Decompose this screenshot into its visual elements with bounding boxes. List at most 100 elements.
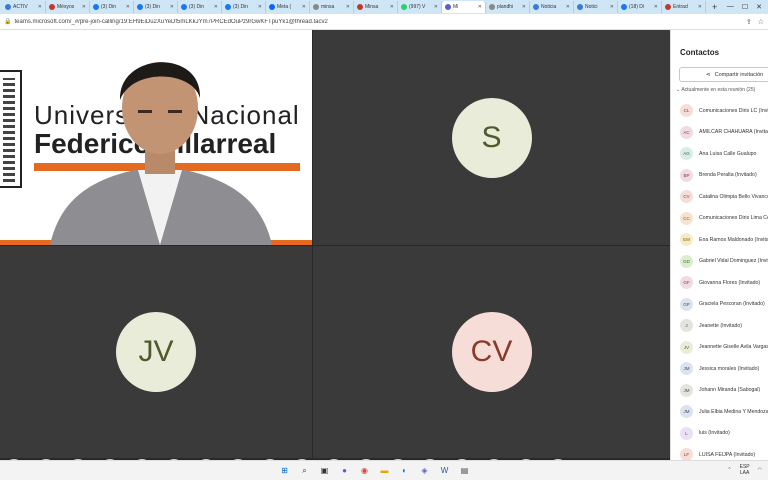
participant-row[interactable]: GP Graciela Pescoran (Invitado) — [671, 294, 768, 316]
close-tab-icon[interactable]: ✕ — [126, 4, 130, 10]
participant-avatar: S — [451, 97, 532, 178]
close-tab-icon[interactable]: ✕ — [654, 4, 658, 10]
tab-favicon-icon — [665, 4, 671, 10]
video-tile-speaker[interactable]: Universidad Nacional Federico Villarreal — [0, 30, 312, 245]
close-tab-icon[interactable]: ✕ — [522, 4, 526, 10]
share-icon: ⋖ — [706, 71, 711, 78]
search-icon[interactable]: ⌕ — [298, 464, 311, 477]
participant-name: Jeannette Giselle Avila Vargas — [699, 344, 768, 351]
close-tab-icon[interactable]: ✕ — [170, 4, 174, 10]
close-tab-icon[interactable]: ✕ — [82, 4, 86, 10]
participant-row[interactable]: CC Comunicaciones Diris Lima Centro — [671, 208, 768, 230]
tab-label: Mésyos — [57, 4, 75, 10]
close-tab-icon[interactable]: ✕ — [698, 4, 702, 10]
teams-icon[interactable]: ◈ — [418, 464, 431, 477]
close-tab-icon[interactable]: ✕ — [258, 4, 262, 10]
participant-tile-s[interactable]: S — [313, 30, 670, 245]
close-tab-icon[interactable]: ✕ — [38, 4, 42, 10]
screen: ACTIV ✕ Mésyos ✕ (3) Din ✕ (3) Din ✕ (3) Din ✕ (3)… — [0, 0, 768, 480]
chat-icon[interactable]: ● — [338, 464, 351, 477]
tab-favicon-icon — [489, 4, 495, 10]
chevron-up-icon[interactable]: ⌃ — [727, 467, 731, 473]
tab-label: ACTIV — [13, 4, 28, 10]
browser-tab[interactable]: Noticia ✕ — [530, 1, 574, 13]
bookmark-star-icon[interactable]: ☆ — [758, 18, 764, 26]
participant-row[interactable]: GD Gabriel Vidal Dominguez (Invitado) — [671, 251, 768, 273]
browser-tab[interactable]: (3) Din ✕ — [178, 1, 222, 13]
participant-name: Ana Luisa Calle Gualupo — [699, 150, 757, 157]
close-tab-icon[interactable]: ✕ — [390, 4, 394, 10]
in-meeting-section-header[interactable]: ⌄ Actualmente en esta reunión (25) — [676, 87, 755, 93]
chrome-icon[interactable]: ◉ — [358, 464, 371, 477]
edge-icon[interactable]: ◐ — [398, 464, 411, 477]
language-indicator[interactable]: ESP LAA — [740, 464, 750, 476]
participant-row[interactable]: AC AMILCAR CHAHUARA (Invitado) — [671, 122, 768, 144]
browser-tab[interactable]: (18) Di ✕ — [618, 1, 662, 13]
participant-row[interactable]: GF Giovanna Flores (Invitado) — [671, 272, 768, 294]
browser-tab[interactable]: (3) Din ✕ — [90, 1, 134, 13]
tab-label: Noticia — [541, 4, 557, 10]
avatar-initials: S — [481, 120, 502, 154]
browser-tab[interactable]: Notici ✕ — [574, 1, 618, 13]
browser-tab[interactable]: plandhi ✕ — [486, 1, 530, 13]
participant-tile-cv[interactable]: CV — [313, 246, 670, 458]
participant-row[interactable]: JM Julia Elbia Medina Y Mendoza — [671, 401, 768, 423]
browser-tab[interactable]: (3) Din ✕ — [134, 1, 178, 13]
participant-avatar: LF — [680, 448, 693, 460]
participant-row[interactable]: EM Ena Ramos Maldonado (Invitado) — [671, 229, 768, 251]
close-tab-icon[interactable]: ✕ — [434, 4, 438, 10]
participant-tile-jv[interactable]: JV — [0, 246, 312, 458]
browser-tab[interactable]: (3) Din ✕ — [222, 1, 266, 13]
close-tab-icon[interactable]: ✕ — [346, 4, 350, 10]
browser-tab[interactable]: Meta (✕ — [266, 1, 310, 13]
participant-name: Jessica morales (Invitado) — [699, 365, 760, 372]
minimize-icon[interactable]: — — [727, 3, 734, 11]
participant-row[interactable]: JM Jessica morales (Invitado) — [671, 358, 768, 380]
wifi-icon[interactable]: ◠ — [758, 467, 762, 473]
maximize-icon[interactable]: ☐ — [742, 3, 748, 11]
browser-tab[interactable]: Mésyos ✕ — [46, 1, 90, 13]
share-invite-button[interactable]: ⋖ Compartir invitación — [679, 67, 768, 82]
tab-favicon-icon — [533, 4, 539, 10]
browser-tab[interactable]: Mi ✕ — [442, 1, 486, 13]
task-view-icon[interactable]: ▣ — [318, 464, 331, 477]
close-tab-icon[interactable]: ✕ — [610, 4, 614, 10]
browser-tab[interactable]: ACTIV ✕ — [2, 1, 46, 13]
close-tab-icon[interactable]: ✕ — [478, 4, 482, 10]
panel-title: Contactos — [680, 48, 720, 57]
participant-avatar: BP — [680, 168, 693, 182]
participant-name: Comunicaciones Diris Lima Centro — [699, 215, 768, 222]
participant-row[interactable]: CV Catalina Olimpia Bello Vivanco — [671, 186, 768, 208]
new-tab-button[interactable]: + — [706, 2, 723, 12]
browser-tab[interactable]: Entrad ✕ — [662, 1, 706, 13]
participant-avatar: CC — [680, 211, 693, 225]
word-icon[interactable]: W — [438, 464, 451, 477]
photos-icon[interactable]: ▤ — [458, 464, 471, 477]
start-icon[interactable]: ⊞ — [278, 464, 291, 477]
taskbar: ⊞ ⌕ ▣ ● ◉ ▬ ◐ ◈ W ▤ ⌃ ESP LAA ◠ — [0, 460, 768, 480]
participant-row[interactable]: CL Comunicaciones Diris LC (Invitado) — [671, 100, 768, 122]
participant-row[interactable]: JM Johann Miranda (Sabogal) — [671, 380, 768, 402]
close-tab-icon[interactable]: ✕ — [214, 4, 218, 10]
browser-tab[interactable]: Minsa ✕ — [354, 1, 398, 13]
participant-row[interactable]: J Jeanette (Invitado) — [671, 315, 768, 337]
participant-row[interactable]: JV Jeannette Giselle Avila Vargas — [671, 337, 768, 359]
file-explorer-icon[interactable]: ▬ — [378, 464, 391, 477]
close-tab-icon[interactable]: ✕ — [302, 4, 306, 10]
close-tab-icon[interactable]: ✕ — [566, 4, 570, 10]
browser-tab-strip: ACTIV ✕ Mésyos ✕ (3) Din ✕ (3) Din ✕ (3) Din ✕ (3)… — [0, 0, 768, 14]
participant-avatar: CL — [680, 104, 693, 118]
share-icon[interactable]: ⇪ — [746, 18, 752, 26]
participant-row[interactable]: BP Brenda Peralta (Invitado) — [671, 165, 768, 187]
url-text[interactable]: teams.microsoft.com/_#/pre-join-calling/… — [14, 19, 745, 25]
participant-row[interactable]: AG Ana Luisa Calle Gualupo — [671, 143, 768, 165]
tab-list: ACTIV ✕ Mésyos ✕ (3) Din ✕ (3) Din ✕ (3) Din ✕ (3)… — [2, 1, 706, 13]
participant-row[interactable]: Lluis (Invitado) — [671, 423, 768, 445]
browser-tab[interactable]: minsa ✕ — [310, 1, 354, 13]
browser-tab[interactable]: (997) V ✕ — [398, 1, 442, 13]
participant-name: AMILCAR CHAHUARA (Invitado) — [699, 129, 768, 136]
participant-avatar: EM — [680, 233, 693, 247]
address-bar[interactable]: 🔒 teams.microsoft.com/_#/pre-join-callin… — [0, 14, 768, 30]
close-window-icon[interactable]: ✕ — [756, 3, 762, 11]
participant-row[interactable]: LF LUISA FEIJPA (Invitado) — [671, 444, 768, 460]
